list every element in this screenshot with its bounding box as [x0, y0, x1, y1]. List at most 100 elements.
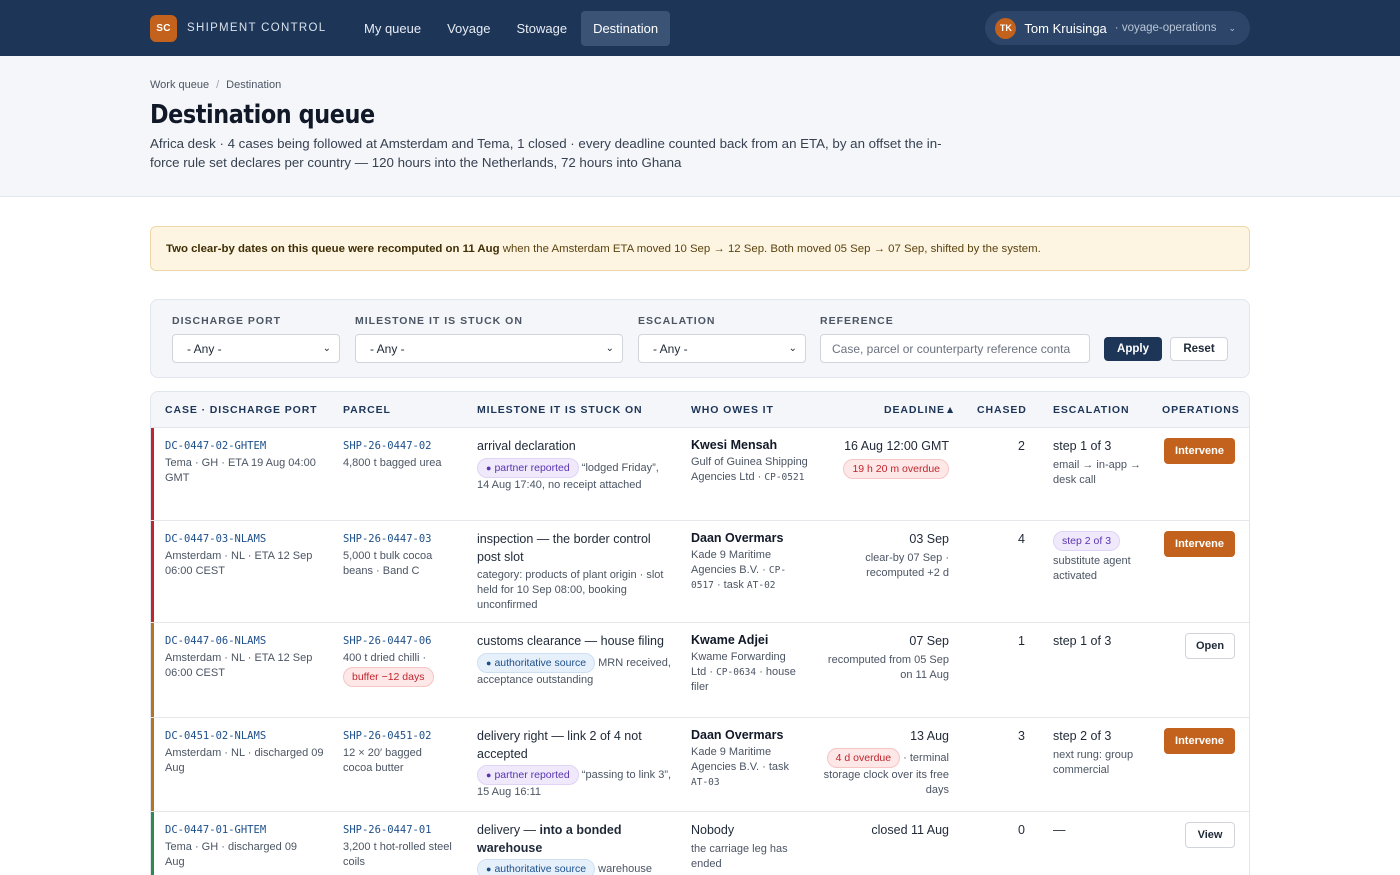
deadline-note: recomputed from 05 Sep on 11 Aug [827, 653, 949, 681]
chevron-down-icon: ⌄ [1228, 22, 1236, 33]
who-ref[interactable]: CP-0521 [764, 472, 804, 483]
chased-count: 0 [1018, 823, 1025, 837]
milestone-cell: customs clearance — house filing ● author… [477, 633, 672, 688]
col-deadline-label: DEADLINE [884, 404, 945, 416]
intervene-button[interactable]: Intervene [1164, 438, 1235, 464]
parcel-sub: 12 × 20′ bagged cocoa butter [343, 747, 422, 774]
nav-voyage[interactable]: Voyage [435, 11, 502, 46]
reference-input[interactable]: Case, parcel or counterparty reference c… [820, 334, 1090, 363]
parcel-id[interactable]: SHP-26-0447-03 [343, 533, 463, 545]
case-sub: Tema · GH · ETA 19 Aug 04:00 GMT [165, 457, 316, 484]
breadcrumb-work-queue[interactable]: Work queue [150, 79, 209, 91]
case-id[interactable]: DC-0447-06-NLAMS [165, 635, 325, 647]
table-row[interactable]: DC-0447-01-GHTEM Tema · GH · discharged … [151, 812, 1249, 875]
brand-name: SHIPMENT CONTROL [187, 22, 327, 34]
parcel-sub: 3,200 t hot-rolled steel coils [343, 841, 452, 868]
col-deadline[interactable]: DEADLINE▲ [884, 404, 956, 416]
brand[interactable]: SC SHIPMENT CONTROL [150, 14, 352, 42]
col-parcel[interactable]: PARCEL [343, 404, 391, 416]
task-ref[interactable]: AT-02 [747, 580, 776, 591]
parcel-id[interactable]: SHP-26-0447-06 [343, 635, 468, 647]
milestone-title: arrival declaration [477, 439, 576, 453]
col-who[interactable]: WHO OWES IT [691, 404, 774, 416]
who-name: Nobody [691, 823, 735, 837]
reset-button[interactable]: Reset [1170, 337, 1228, 361]
escalation-cell: step 1 of 3 [1053, 633, 1143, 651]
open-button[interactable]: Open [1185, 633, 1235, 659]
who-ref[interactable]: CP-0634 [716, 667, 756, 678]
urgency-bar [151, 521, 154, 622]
nav-stowage[interactable]: Stowage [504, 11, 579, 46]
escalation-sub: next rung: group commercial [1053, 748, 1134, 776]
apply-button[interactable]: Apply [1104, 337, 1162, 361]
task-ref[interactable]: AT-03 [691, 777, 720, 788]
parcel-id[interactable]: SHP-26-0447-01 [343, 824, 453, 836]
main-nav: My queue Voyage Stowage Destination [352, 10, 671, 46]
table-row[interactable]: DC-0447-03-NLAMS Amsterdam · NL · ETA 12… [151, 521, 1249, 623]
buffer-pill: buffer −12 days [343, 667, 434, 687]
milestone-title: delivery right — link 2 of 4 not accepte… [477, 729, 642, 761]
parcel-id[interactable]: SHP-26-0451-02 [343, 730, 453, 742]
chevron-down-icon: ⌄ [788, 343, 797, 354]
col-milestone[interactable]: MILESTONE IT IS STUCK ON [477, 404, 643, 416]
parcel-cell: SHP-26-0451-02 12 × 20′ bagged cocoa but… [343, 730, 453, 776]
operations-cell: View [1185, 822, 1235, 848]
case-cell: DC-0447-01-GHTEM Tema · GH · discharged … [165, 824, 315, 870]
filter-label: DISCHARGE PORT [172, 315, 282, 327]
cases-table: CASE · DISCHARGE PORT PARCEL MILESTONE I… [150, 391, 1250, 875]
case-id[interactable]: DC-0451-02-NLAMS [165, 730, 325, 742]
parcel-cell: SHP-26-0447-06 400 t dried chilli · buff… [343, 635, 468, 687]
milestone-cell: inspection — the border control post slo… [477, 531, 672, 613]
source-pill-label: partner reported [494, 461, 570, 474]
case-cell: DC-0451-02-NLAMS Amsterdam · NL · discha… [165, 730, 325, 776]
user-menu[interactable]: TK Tom Kruisinga · voyage-operations ⌄ [985, 11, 1250, 45]
escalation-cell: step 2 of 3 substitute agent activated [1053, 531, 1149, 584]
case-id[interactable]: DC-0447-02-GHTEM [165, 440, 325, 452]
milestone-note: category: products of plant origin · slo… [477, 569, 664, 611]
deadline-value: 07 Sep [909, 634, 949, 648]
who-task: · task [716, 579, 744, 591]
dot-icon: ● [486, 462, 492, 473]
milestone-select[interactable]: - Any - ⌄ [355, 334, 623, 363]
col-escalation[interactable]: ESCALATION [1053, 404, 1129, 416]
alert-eta-link[interactable]: Amsterdam ETA [552, 243, 634, 255]
case-id[interactable]: DC-0447-03-NLAMS [165, 533, 325, 545]
chased-count: 4 [1018, 532, 1025, 546]
table-row[interactable]: DC-0451-02-NLAMS Amsterdam · NL · discha… [151, 718, 1249, 812]
recompute-alert: Two clear-by dates on this queue were re… [150, 226, 1250, 271]
table-row[interactable]: DC-0447-02-GHTEM Tema · GH · ETA 19 Aug … [151, 428, 1249, 521]
operations-cell: Intervene [1164, 728, 1235, 754]
nav-destination[interactable]: Destination [581, 10, 671, 46]
dot-icon: ● [486, 864, 492, 874]
col-case[interactable]: CASE · DISCHARGE PORT [165, 404, 318, 416]
source-pill: ● partner reported [477, 457, 579, 478]
deadline-cell: 16 Aug 12:00 GMT 19 h 20 m overdue [821, 438, 949, 479]
page-header: Work queue / Destination Destination que… [0, 56, 1400, 197]
col-chased[interactable]: CHASED [977, 404, 1027, 416]
case-cell: DC-0447-03-NLAMS Amsterdam · NL · ETA 12… [165, 533, 325, 579]
escalation-step: step 1 of 3 [1053, 634, 1112, 648]
who-org: Kade 9 Maritime Agencies B.V. · [691, 549, 772, 576]
case-cell: DC-0447-06-NLAMS Amsterdam · NL · ETA 12… [165, 635, 325, 681]
discharge-port-select[interactable]: - Any - ⌄ [172, 334, 340, 363]
filter-label: REFERENCE [820, 315, 894, 327]
page-title: Destination queue [150, 100, 375, 130]
view-button[interactable]: View [1185, 822, 1235, 848]
case-cell: DC-0447-02-GHTEM Tema · GH · ETA 19 Aug … [165, 440, 325, 486]
deadline-cell: 07 Sep recomputed from 05 Sep on 11 Aug [816, 633, 949, 683]
filter-reference: REFERENCE Case, parcel or counterparty r… [820, 315, 1090, 363]
parcel-id[interactable]: SHP-26-0447-02 [343, 440, 463, 452]
intervene-button[interactable]: Intervene [1164, 531, 1235, 557]
intervene-button[interactable]: Intervene [1164, 728, 1235, 754]
who-name: Kwame Adjei [691, 633, 769, 647]
table-row[interactable]: DC-0447-06-NLAMS Amsterdam · NL · ETA 12… [151, 623, 1249, 718]
deadline-cell: closed 11 Aug [821, 822, 949, 840]
source-pill: ● authoritative source [477, 652, 596, 673]
deadline-note: clear-by 07 Sep · recomputed +2 d [865, 551, 949, 579]
escalation-sub: email → in-app → desk call [1053, 458, 1142, 486]
brand-logo: SC [150, 14, 177, 42]
parcel-cell: SHP-26-0447-02 4,800 t bagged urea [343, 440, 463, 471]
case-id[interactable]: DC-0447-01-GHTEM [165, 824, 315, 836]
escalation-select[interactable]: - Any - ⌄ [638, 334, 806, 363]
nav-my-queue[interactable]: My queue [352, 11, 433, 46]
